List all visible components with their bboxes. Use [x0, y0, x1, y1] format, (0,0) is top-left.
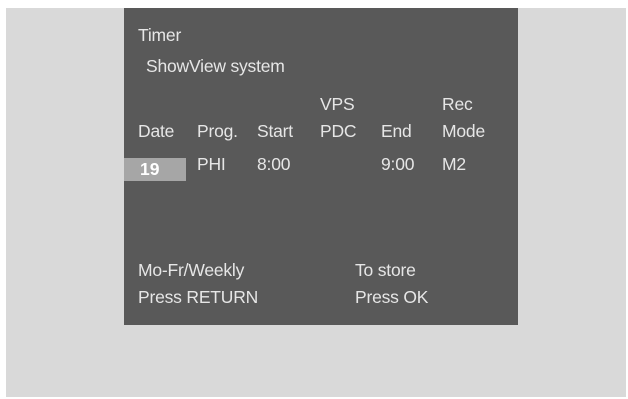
- date-field-selected[interactable]: 19: [124, 158, 186, 181]
- rec-mode-value[interactable]: M2: [442, 154, 466, 174]
- timer-osd-panel: Timer ShowView system VPS Rec Date Prog.…: [124, 8, 518, 325]
- menu-subtitle: ShowView system: [146, 56, 285, 76]
- col-header-pdc: PDC: [320, 121, 357, 141]
- col-header-end: End: [381, 121, 412, 141]
- col-header-vps: VPS: [320, 94, 355, 114]
- end-value[interactable]: 9:00: [381, 154, 414, 174]
- col-header-date: Date: [138, 121, 175, 141]
- col-header-rec: Rec: [442, 94, 473, 114]
- prog-value[interactable]: PHI: [197, 154, 226, 174]
- col-header-prog: Prog.: [197, 121, 238, 141]
- hint-weekly: Mo-Fr/Weekly: [138, 260, 245, 280]
- hint-ok: Press OK: [355, 287, 429, 307]
- menu-title: Timer: [138, 25, 182, 45]
- hint-store: To store: [355, 260, 416, 280]
- start-value[interactable]: 8:00: [257, 154, 290, 174]
- col-header-start: Start: [257, 121, 293, 141]
- hint-return: Press RETURN: [138, 287, 259, 307]
- col-header-mode: Mode: [442, 121, 485, 141]
- date-value: 19: [140, 159, 160, 179]
